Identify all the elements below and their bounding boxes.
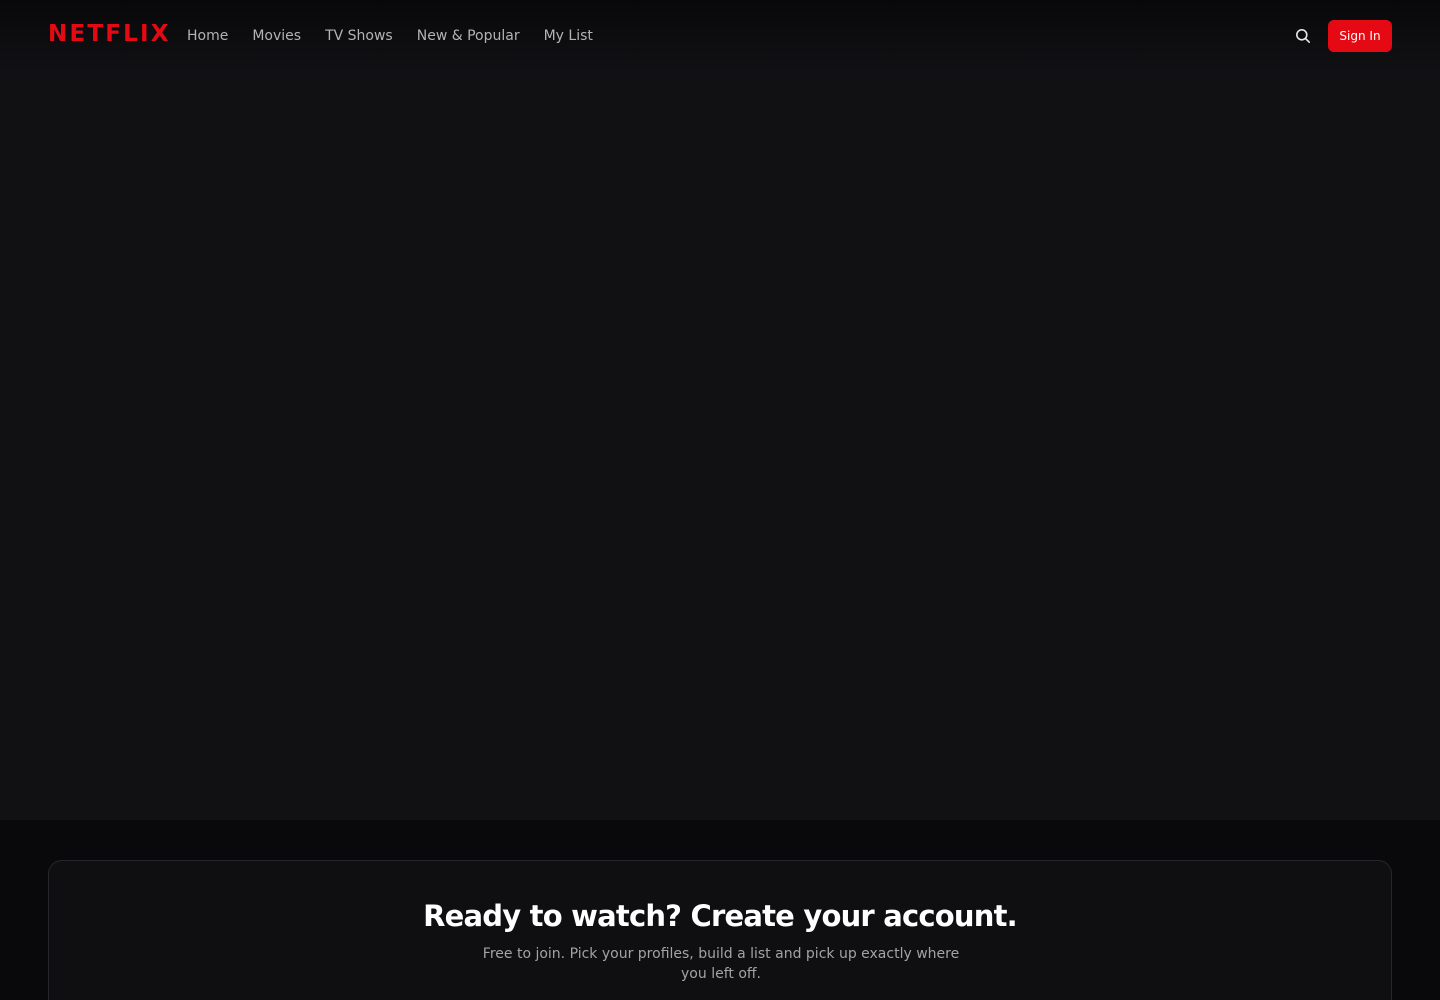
search-button[interactable] [1293, 26, 1313, 46]
top-navbar: NETFLIX Home Movies TV Shows New & Popul… [0, 0, 1440, 72]
nav-link-new-popular[interactable]: New & Popular [417, 26, 520, 46]
sign-in-button[interactable]: Sign In [1328, 20, 1392, 52]
search-icon [1296, 29, 1310, 43]
netflix-logo[interactable]: NETFLIX [48, 21, 171, 47]
cta-subtitle: Free to join. Pick your profiles, build … [482, 946, 960, 982]
cta-card: Ready to watch? Create your account. Fre… [48, 860, 1392, 1000]
cta-title: Ready to watch? Create your account. [423, 899, 1018, 933]
hero-section: NETFLIX Home Movies TV Shows New & Popul… [0, 0, 1440, 820]
nav-links: Home Movies TV Shows New & Popular My Li… [187, 26, 593, 46]
nav-link-movies[interactable]: Movies [252, 26, 301, 46]
page: NETFLIX Home Movies TV Shows New & Popul… [0, 0, 1440, 1000]
cta-section: Ready to watch? Create your account. Fre… [0, 820, 1440, 1000]
nav-link-tv-shows[interactable]: TV Shows [325, 26, 393, 46]
nav-link-my-list[interactable]: My List [544, 26, 593, 46]
nav-link-home[interactable]: Home [187, 26, 228, 46]
